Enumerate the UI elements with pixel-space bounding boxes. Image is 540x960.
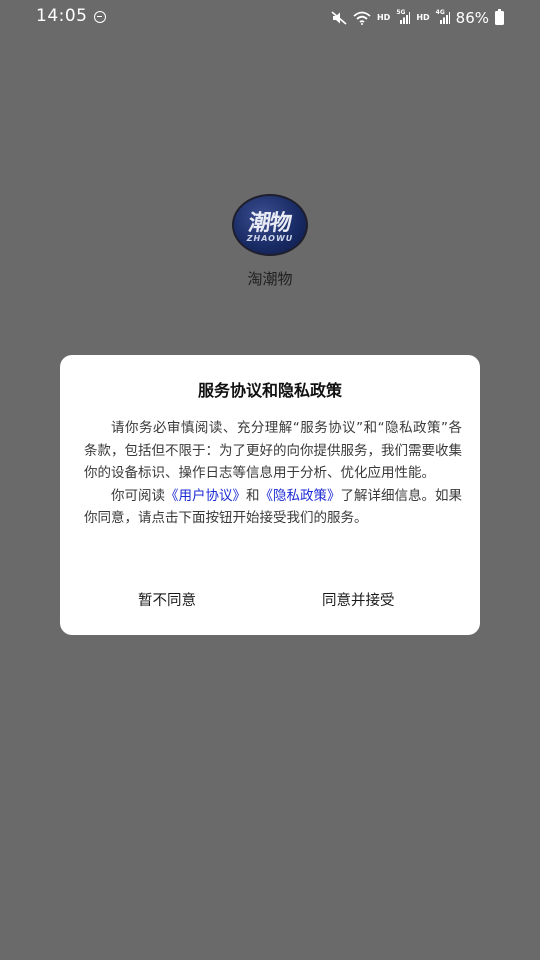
decline-button[interactable]: 暂不同意 xyxy=(138,589,196,610)
paragraph-2-and: 和 xyxy=(246,487,260,504)
battery-icon xyxy=(495,9,504,25)
dialog-actions: 暂不同意 同意并接受 xyxy=(60,589,480,613)
dialog-paragraph-1: 请你务必审慎阅读、充分理解“服务协议”和“隐私政策”各条款，包括但不限于：为了更… xyxy=(84,420,462,481)
app-name: 淘潮物 xyxy=(247,270,293,288)
paragraph-2-prefix: 你可阅读 xyxy=(111,487,165,504)
do-not-disturb-icon xyxy=(94,11,106,23)
status-icons: HD 5G HD 4G 86% xyxy=(331,8,504,28)
status-bar: 14:05 HD 5G HD 4G 86% xyxy=(0,0,540,36)
dialog-title: 服务协议和隐私政策 xyxy=(197,381,342,400)
accept-button[interactable]: 同意并接受 xyxy=(322,589,395,610)
battery-percent: 86% xyxy=(455,9,489,27)
signal-4g-icon: 4G xyxy=(436,9,450,24)
app-logo: 潮物 ZHAOWU xyxy=(232,194,308,256)
logo-sub-text: ZHAOWU xyxy=(246,234,294,243)
hd-label-1: HD xyxy=(376,13,391,22)
logo-main-text: 潮物 xyxy=(246,211,293,236)
hd-label-2: HD xyxy=(416,13,430,22)
mute-icon xyxy=(331,11,347,25)
user-agreement-link[interactable]: 《用户协议》 xyxy=(165,488,246,504)
signal-5g-icon: 5G xyxy=(396,9,411,24)
dialog-paragraph-2: 你可阅读《用户协议》和《隐私政策》了解详细信息。如果你同意，请点击下面按钮开始接… xyxy=(84,485,462,530)
dialog-body: 请你务必审慎阅读、充分理解“服务协议”和“隐私政策”各条款，包括但不限于：为了更… xyxy=(84,417,462,530)
privacy-policy-link[interactable]: 《隐私政策》 xyxy=(260,488,341,504)
privacy-dialog: 服务协议和隐私政策 请你务必审慎阅读、充分理解“服务协议”和“隐私政策”各条款，… xyxy=(60,355,480,635)
status-time: 14:05 xyxy=(36,6,88,26)
wifi-icon xyxy=(353,11,371,25)
